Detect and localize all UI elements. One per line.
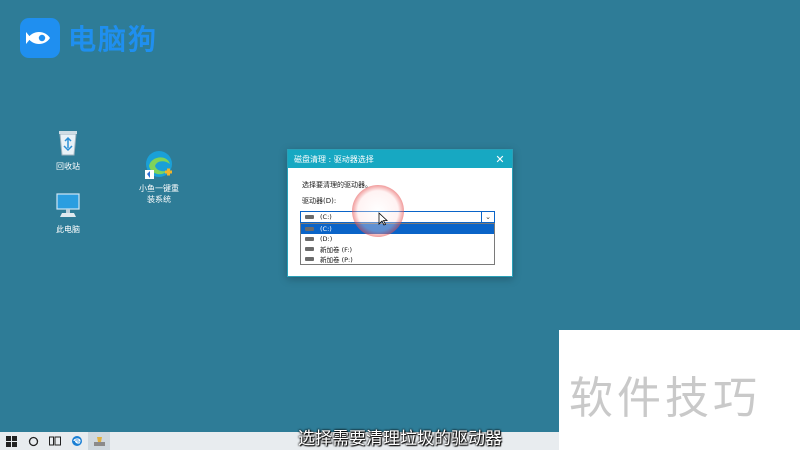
video-caption: 选择需要清理垃圾的驱动器 <box>298 429 502 449</box>
fish-logo-icon <box>20 18 60 58</box>
desktop-icon-this-pc[interactable]: 此电脑 <box>36 189 100 235</box>
drive-options-list: (C:) (D:) 新加卷 (F:) 新加卷 (P:) <box>300 223 495 265</box>
drive-option-f[interactable]: 新加卷 (F:) <box>301 244 494 254</box>
recycle-bin-icon <box>52 126 84 158</box>
drive-option-p[interactable]: 新加卷 (P:) <box>301 254 494 264</box>
desktop-icon-xiaoyu-reinstall[interactable]: 小鱼一键重 装系统 <box>127 126 191 216</box>
drive-select-label: 驱动器(D): <box>302 197 337 205</box>
logo-text: 电脑狗 <box>68 23 159 56</box>
watermark-logo: 电脑狗 <box>20 18 158 58</box>
drive-icon <box>305 237 314 241</box>
mouse-cursor-icon <box>378 212 388 226</box>
desktop-icon-label: 此电脑 <box>56 225 80 234</box>
click-highlight <box>352 185 404 237</box>
chevron-down-icon: ⌄ <box>485 213 491 221</box>
drive-option-d[interactable]: (D:) <box>301 234 494 244</box>
dialog-titlebar[interactable]: 磁盘清理 : 驱动器选择 ✕ <box>288 150 512 168</box>
drive-icon <box>305 247 314 251</box>
dropdown-arrow-button[interactable]: ⌄ <box>481 212 494 222</box>
drive-option-label: (D:) <box>320 235 333 243</box>
drive-option-label: 新加卷 (F:) <box>320 246 353 254</box>
drive-icon <box>305 227 314 231</box>
dialog-close-button[interactable]: ✕ <box>488 150 512 168</box>
computer-icon <box>52 189 84 221</box>
desktop-icon-recycle-bin[interactable]: 回收站 <box>36 126 100 172</box>
tips-watermark-text: 软件技巧 <box>569 373 761 424</box>
edge-style-app-icon <box>143 137 175 179</box>
dialog-title: 磁盘清理 : 驱动器选择 <box>294 154 374 164</box>
desktop-icon-label: 回收站 <box>56 162 80 171</box>
drive-icon <box>305 257 314 261</box>
drive-icon <box>305 215 314 219</box>
dialog-prompt: 选择要清理的驱动器。 <box>302 181 372 189</box>
drive-option-label: 新加卷 (P:) <box>320 256 353 264</box>
drive-option-label: (C:) <box>320 225 332 233</box>
drive-dropdown-value: (C:) <box>320 213 332 221</box>
close-icon: ✕ <box>495 152 505 166</box>
desktop-icon-label: 小鱼一键重 装系统 <box>139 184 179 204</box>
